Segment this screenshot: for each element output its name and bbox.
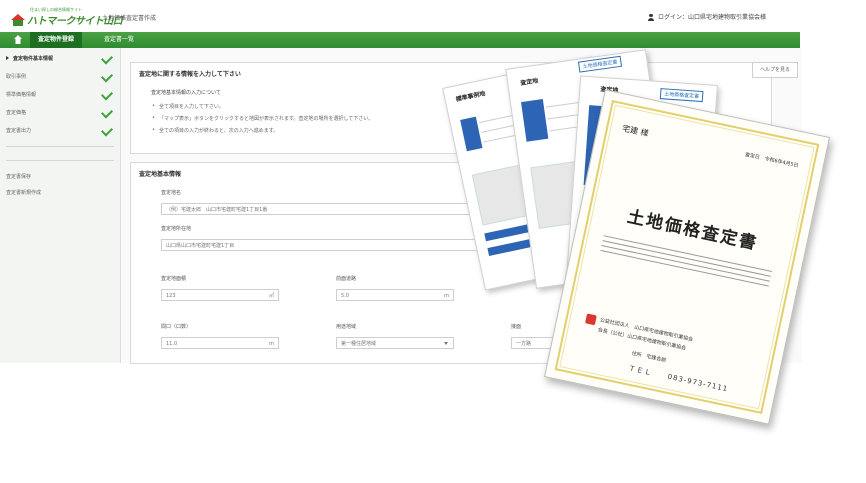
sidebar-divider — [6, 146, 114, 147]
check-icon — [100, 106, 114, 119]
user-icon — [648, 14, 654, 21]
frontage-input[interactable]: 11.0 m — [161, 337, 279, 349]
frontage-value: 11.0 — [166, 341, 178, 347]
sidebar: 査定物件基本情報 取引事例 標準価格情報 査定価格 査定書出力 査定書保存 査定… — [0, 48, 121, 363]
home-icon[interactable] — [14, 35, 22, 44]
check-icon — [100, 88, 114, 101]
field-label-name: 査定地名 — [161, 190, 182, 196]
user-info[interactable]: ログイン：山口県宅地建物取引業協会様 — [648, 12, 766, 21]
field-label-area: 査定地面積 — [161, 276, 187, 282]
house-logo-icon — [11, 14, 25, 26]
user-name: ログイン：山口県宅地建物取引業協会様 — [658, 14, 767, 21]
check-icon — [100, 70, 114, 83]
sidebar-item-label: 標準価格情報 — [6, 92, 37, 98]
check-icon — [100, 124, 114, 137]
field-label-facing: 接面 — [511, 324, 522, 330]
area-input[interactable]: 123 ㎡ — [161, 289, 279, 301]
zoning-select[interactable]: 第一種住居地域 — [336, 337, 454, 349]
field-label-road: 前面道路 — [336, 276, 357, 282]
tab-report-list[interactable]: 査定書一覧 — [96, 32, 142, 48]
sidebar-item-label: 査定書保存 — [6, 174, 32, 180]
tab-property-register[interactable]: 査定物件登録 — [30, 32, 83, 48]
sidebar-divider — [6, 160, 114, 161]
sidebar-item-appraisal-price[interactable]: 査定価格 — [6, 106, 116, 120]
sidebar-item-label: 査定価格 — [6, 110, 27, 116]
field-label-frontage: 間口（口数） — [161, 324, 192, 330]
sidebar-item-standard-price[interactable]: 標準価格情報 — [6, 88, 116, 102]
field-label-zoning: 用途地域 — [336, 324, 357, 330]
sidebar-item-label: 査定書出力 — [6, 128, 32, 134]
app-title: 土地価格査定書作成 — [102, 15, 157, 22]
area-value: 123 — [166, 293, 176, 299]
help-button[interactable]: ヘルプを見る — [752, 62, 798, 78]
frontage-unit: m — [269, 341, 274, 347]
site-logo[interactable]: 住まい探しの総合情報サイト ハトマークサイト山口 — [10, 7, 123, 27]
sidebar-item-report-output[interactable]: 査定書出力 — [6, 124, 116, 138]
road-width-input[interactable]: 5.0 m — [336, 289, 454, 301]
doc-tag: 土地価格査定書 — [577, 55, 623, 73]
instruction-title: 査定地に関する情報を入力して下さい — [139, 71, 241, 78]
top-header: 住まい探しの総合情報サイト ハトマークサイト山口 土地価格査定書作成 ログイン：… — [0, 0, 866, 32]
arrow-right-icon — [6, 56, 9, 60]
association-logo-icon — [584, 313, 597, 326]
sidebar-item-basic-info[interactable]: 査定物件基本情報 — [6, 52, 116, 66]
road-value: 5.0 — [341, 293, 349, 299]
table-header-block — [521, 99, 549, 142]
instruction-subtitle: 査定地基本情報の入力について — [151, 90, 221, 96]
instruction-bullet: 全て項目を入力して下さい。 — [152, 103, 224, 110]
doc-title: 査定地 — [519, 77, 539, 87]
road-unit: m — [444, 293, 449, 299]
instruction-bullet: 全ての項目の入力が終わると、次の入力へ進めます。 — [152, 127, 278, 134]
doc-tag: 土地価格査定書 — [659, 88, 704, 103]
sidebar-item-transactions[interactable]: 取引事例 — [6, 70, 116, 84]
sidebar-item-new[interactable]: 査定書新規作成 — [6, 186, 116, 200]
sidebar-item-save[interactable]: 査定書保存 — [6, 170, 116, 184]
sidebar-item-label: 査定書新規作成 — [6, 190, 42, 196]
doc-title: 標準事例地 — [455, 90, 487, 104]
instruction-bullet: 「マップ表示」ボタンをクリックすると地図が表示されます。査定地の場所を選択して下… — [152, 115, 373, 122]
sidebar-item-label: 査定物件基本情報 — [13, 56, 54, 62]
area-unit: ㎡ — [268, 293, 274, 299]
check-icon — [100, 52, 114, 65]
field-label-address: 査定地所在地 — [161, 226, 192, 232]
sidebar-item-label: 取引事例 — [6, 74, 27, 80]
main-nav: 査定物件登録 査定書一覧 — [0, 32, 800, 48]
basic-info-title: 査定地基本情報 — [139, 171, 182, 178]
